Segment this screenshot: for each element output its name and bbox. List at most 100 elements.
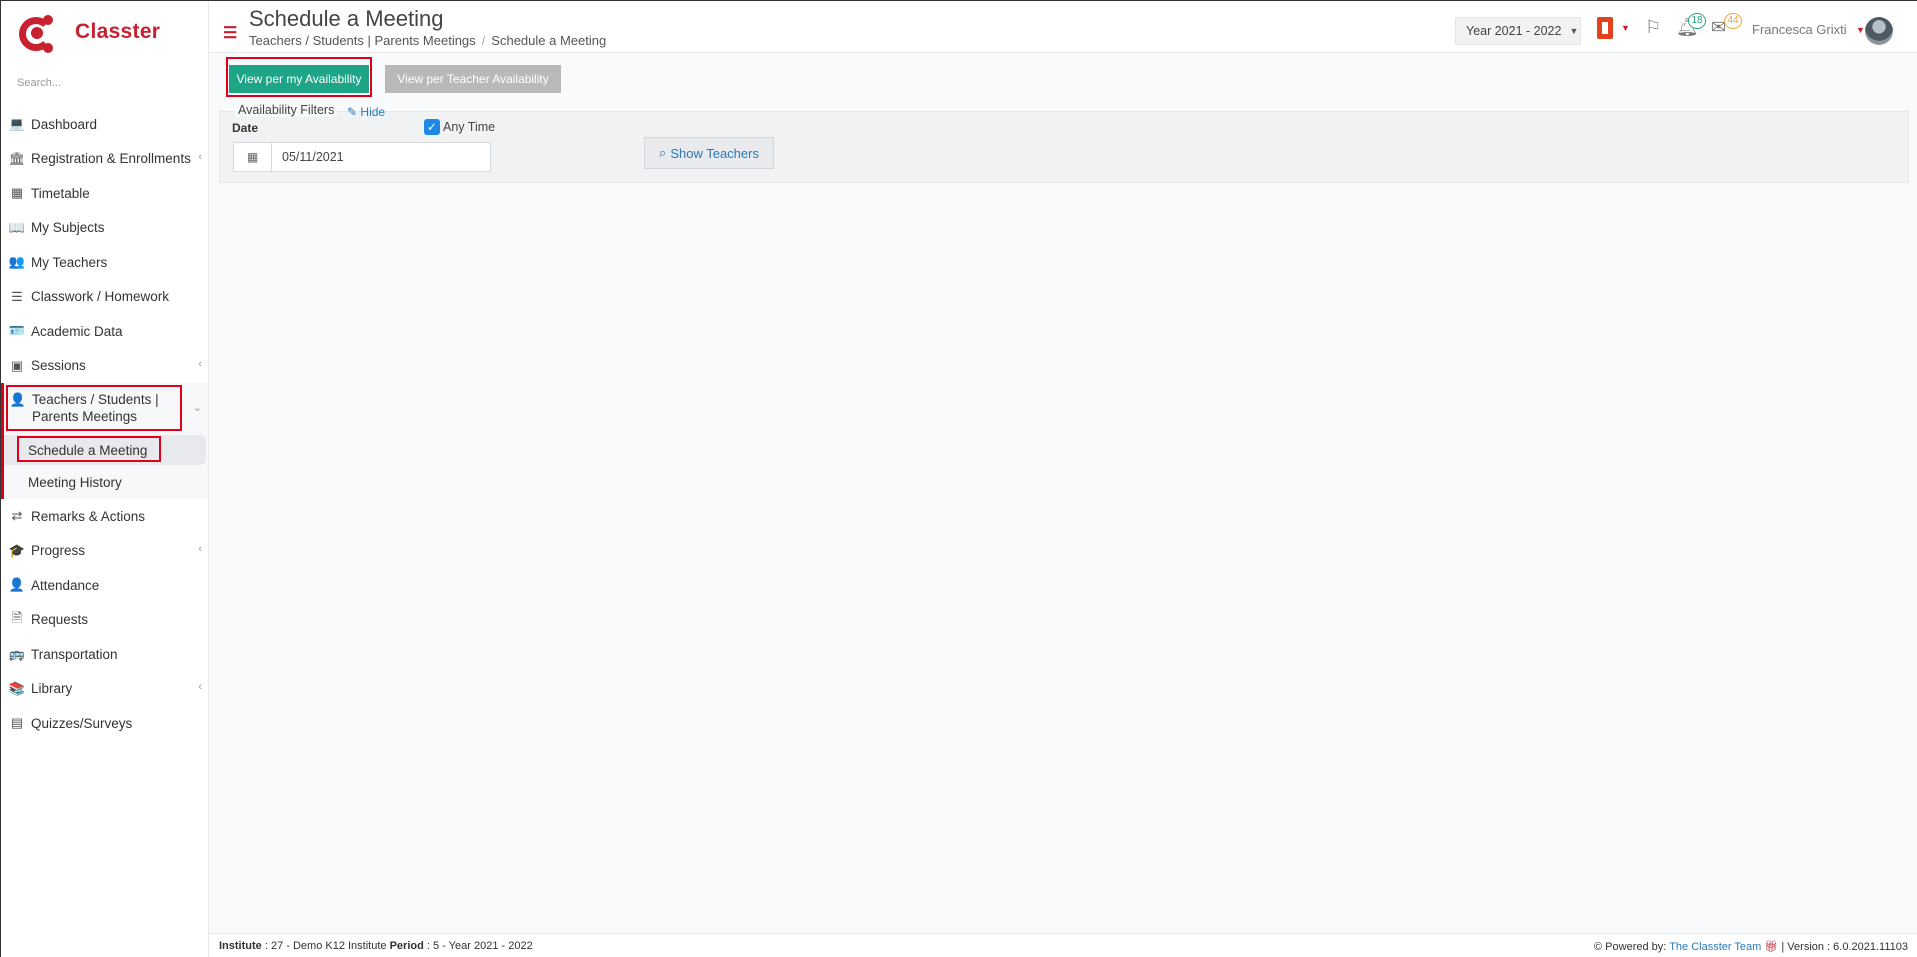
- books-icon: 📚: [8, 680, 26, 696]
- sidebar-item-label: My Subjects: [31, 220, 105, 236]
- sidebar-item-label: Sessions: [31, 358, 86, 374]
- classter-team-link[interactable]: The Classter Team: [1669, 941, 1761, 953]
- breadcrumb-item: Schedule a Meeting: [491, 33, 607, 48]
- sidebar-subitem-label: Schedule a Meeting: [28, 442, 148, 458]
- chevron-left-icon: ‹: [198, 357, 202, 370]
- date-field[interactable]: ▦ 05/11/2021: [233, 142, 491, 172]
- powered-by-label: Powered by:: [1605, 941, 1667, 953]
- sidebar-item-dashboard[interactable]: 💻 Dashboard: [1, 107, 208, 142]
- sidebar-item-label: Quizzes/Surveys: [31, 715, 133, 731]
- institute-value: : 27 - Demo K12 Institute: [264, 940, 387, 952]
- avatar[interactable]: [1865, 17, 1893, 45]
- sidebar-item-label: Progress: [31, 543, 86, 559]
- chevron-left-icon: ‹: [198, 150, 202, 163]
- sidebar-item-label: Academic Data: [31, 323, 123, 339]
- calendar-icon[interactable]: ▦: [234, 143, 272, 171]
- bus-icon: 🚌: [8, 646, 26, 662]
- breadcrumb-item[interactable]: Teachers / Students | Parents Meetings: [249, 33, 476, 48]
- sidebar-item-my-teachers[interactable]: 👥 My Teachers: [1, 245, 208, 280]
- brand-name: Classter: [75, 20, 161, 43]
- laptop-icon: 💻: [8, 116, 26, 132]
- year-select[interactable]: Year 2021 - 2022 ▼: [1455, 17, 1581, 45]
- sidebar-item-my-subjects[interactable]: 📖 My Subjects: [1, 211, 208, 246]
- gift-icon: 🎁︎: [1764, 941, 1779, 953]
- caret-down-icon: ▼: [1569, 26, 1579, 36]
- institute-label: Institute: [219, 940, 262, 952]
- sidebar-item-academic-data[interactable]: 🪪 Academic Data: [1, 314, 208, 349]
- flag-icon[interactable]: ⚐: [1645, 17, 1661, 38]
- page-title: Schedule a Meeting: [249, 6, 444, 31]
- chalkboard-icon: ▣: [10, 357, 24, 373]
- book-icon: 📖: [8, 219, 26, 235]
- office-icon[interactable]: [1597, 17, 1613, 39]
- show-teachers-label: Show Teachers: [670, 145, 759, 161]
- footer: Institute : 27 - Demo K12 Institute Peri…: [209, 933, 1917, 957]
- sidebar-item-remarks[interactable]: ⇄ Remarks & Actions: [1, 499, 208, 534]
- graduation-cap-icon: 🎓: [8, 542, 26, 558]
- footer-info: Institute : 27 - Demo K12 Institute Peri…: [219, 940, 533, 952]
- sidebar-item-attendance[interactable]: 👤 Attendance: [1, 568, 208, 603]
- search-icon: ⌕: [659, 145, 667, 160]
- sidebar-item-label: Attendance: [31, 577, 100, 593]
- sidebar-item-label: Remarks & Actions: [31, 508, 146, 524]
- sidebar-item-sessions[interactable]: ▣ Sessions ‹: [1, 349, 208, 384]
- list-icon: ▤: [10, 715, 24, 731]
- notifications-badge: 18: [1688, 13, 1706, 29]
- classter-small-icon: ©: [1594, 941, 1603, 953]
- chevron-left-icon: ‹: [198, 542, 202, 555]
- messages-badge: 44: [1724, 13, 1742, 29]
- pin-icon: ✎: [347, 105, 358, 119]
- users-icon: 👥: [8, 254, 26, 270]
- sidebar-item-registration[interactable]: 🏛 Registration & Enrollments ‹: [1, 142, 208, 177]
- view-teacher-availability-button[interactable]: View per Teacher Availability: [385, 65, 561, 93]
- sidebar-item-label: Classwork / Homework: [31, 289, 170, 305]
- sidebar-item-library[interactable]: 📚 Library ‹: [1, 672, 208, 707]
- file-icon: 🗎: [11, 609, 23, 625]
- version-label: | Version : 6.0.2021.11103: [1781, 941, 1908, 953]
- brand[interactable]: Classter: [1, 1, 208, 63]
- sidebar-item-classwork[interactable]: ☰ Classwork / Homework: [1, 280, 208, 315]
- date-label: Date: [232, 121, 259, 135]
- breadcrumb-separator: /: [481, 33, 486, 48]
- sidebar-subitem-schedule-meeting[interactable]: Schedule a Meeting: [4, 435, 206, 465]
- sidebar-item-meetings[interactable]: 👤 Teachers / Students | Parents Meetings…: [1, 383, 208, 435]
- sidebar-item-requests[interactable]: 🗎 Requests: [1, 603, 208, 638]
- caret-down-icon[interactable]: ▼: [1621, 23, 1630, 33]
- sidebar-item-label: Registration & Enrollments: [31, 151, 191, 167]
- classter-logo-icon: [19, 13, 57, 53]
- top-header: ☰ Schedule a Meeting Teachers / Students…: [209, 1, 1917, 53]
- date-value: 05/11/2021: [282, 150, 344, 164]
- sidebar-search-input[interactable]: Search...: [17, 77, 208, 99]
- hide-filters-link[interactable]: ✎ Hide: [347, 105, 385, 119]
- user-clock-icon: 👤: [9, 392, 27, 407]
- sidebar-subitem-label: Meeting History: [28, 474, 122, 490]
- sidebar-subitem-meeting-history[interactable]: Meeting History: [4, 465, 208, 499]
- filters-title: Availability Filters: [235, 103, 338, 117]
- period-label: Period: [389, 940, 424, 952]
- bank-icon: 🏛: [8, 150, 26, 166]
- any-time-label: Any Time: [443, 120, 496, 134]
- id-card-icon: 🪪: [8, 323, 26, 339]
- footer-powered: © Powered by: The Classter Team 🎁︎ | Ver…: [1594, 940, 1908, 953]
- user-name[interactable]: Francesca Grixti: [1752, 22, 1847, 37]
- hamburger-menu-icon[interactable]: ☰: [223, 23, 237, 43]
- sidebar-submenu: Schedule a Meeting Meeting History: [1, 435, 208, 499]
- year-select-value: Year 2021 - 2022: [1466, 24, 1562, 38]
- sidebar-item-transportation[interactable]: 🚌 Transportation: [1, 637, 208, 672]
- sidebar-item-progress[interactable]: 🎓 Progress ‹: [1, 534, 208, 569]
- tasks-icon: ☰: [11, 288, 23, 304]
- shuffle-icon: ⇄: [11, 508, 23, 524]
- calendar-icon: ▦: [10, 185, 24, 201]
- view-my-availability-button[interactable]: View per my Availability: [229, 65, 369, 93]
- sidebar-item-label: My Teachers: [31, 254, 108, 270]
- any-time-checkbox[interactable]: ✓: [424, 119, 440, 135]
- sidebar-item-quizzes[interactable]: ▤ Quizzes/Surveys: [1, 706, 208, 741]
- sidebar-item-timetable[interactable]: ▦ Timetable: [1, 176, 208, 211]
- chevron-down-icon: ⌄: [192, 402, 202, 414]
- sidebar-item-label: Library: [31, 681, 73, 697]
- breadcrumb: Teachers / Students | Parents Meetings / S…: [249, 33, 606, 48]
- show-teachers-button[interactable]: ⌕ Show Teachers: [644, 137, 774, 169]
- caret-down-icon[interactable]: ▼: [1856, 25, 1865, 35]
- period-value: : 5 - Year 2021 - 2022: [426, 940, 533, 952]
- hide-label: Hide: [360, 105, 386, 119]
